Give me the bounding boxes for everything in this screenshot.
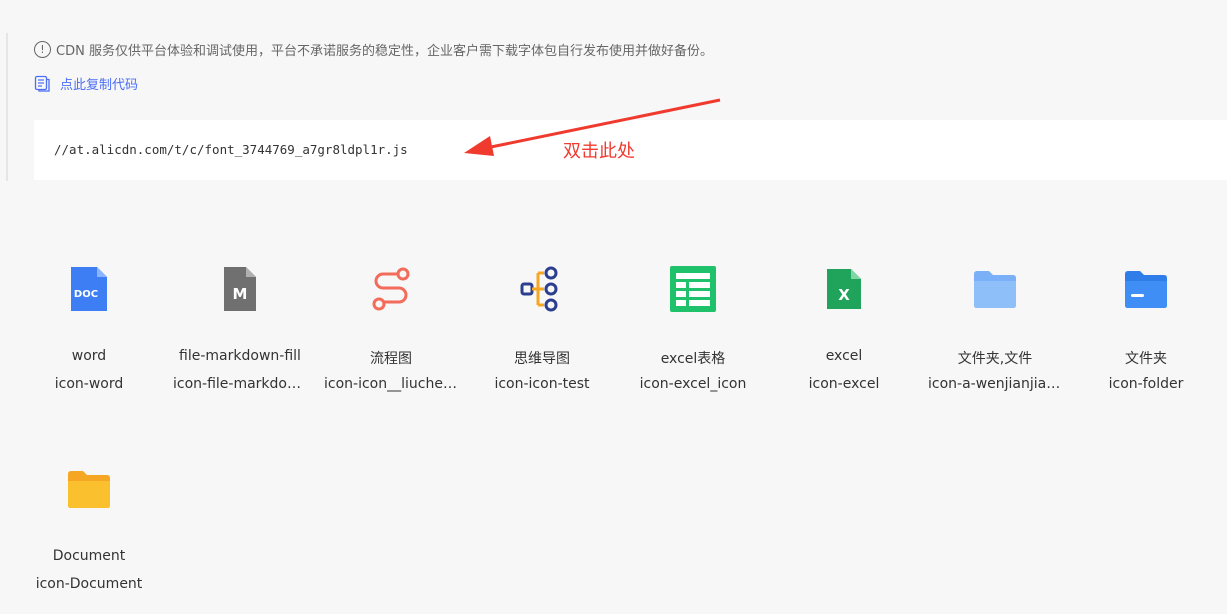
icon-name: Document	[52, 548, 126, 564]
icon-code: icon-file-markdown-fill	[173, 376, 315, 392]
icon-code: icon-Document	[35, 576, 143, 592]
excel-glyph-text: X	[838, 286, 850, 304]
icon-name: excel	[825, 348, 863, 364]
excel-table-icon	[670, 266, 716, 312]
notice-text: CDN 服务仅供平台体验和调试使用，平台不承诺服务的稳定性，企业客户需下载字体包…	[56, 43, 713, 59]
icon-card-excel[interactable]: X excel icon-excel	[769, 250, 919, 400]
markdown-file-icon: M	[224, 267, 256, 311]
copy-code-label: 点此复制代码	[60, 77, 139, 93]
icon-name: word	[71, 348, 107, 364]
icon-name: 思维导图	[514, 351, 570, 367]
document-folder-icon	[68, 471, 110, 508]
icon-card-file-markdown-fill[interactable]: M file-markdown-fill icon-file-markdown-…	[165, 250, 315, 400]
icon-code: icon-excel	[808, 376, 880, 392]
cdn-url-text[interactable]: //at.alicdn.com/t/c/font_3744769_a7gr8ld…	[54, 142, 408, 157]
icon-name: 文件夹,文件	[957, 351, 1033, 367]
word-glyph-text: DOC	[74, 289, 98, 300]
icon-card-flowchart[interactable]: 流程图 icon-icon__liucheng	[316, 250, 466, 400]
copy-code-link[interactable]: 点此复制代码	[34, 73, 138, 93]
icon-card-folder-file[interactable]: 文件夹,文件 icon-a-wenjianjiawenjian	[920, 250, 1070, 400]
info-icon: !	[34, 40, 51, 58]
icon-card-mindmap[interactable]: 思维导图 icon-icon-test	[467, 250, 617, 400]
icon-code: icon-word	[54, 376, 124, 392]
folder-file-icon	[974, 271, 1016, 308]
icon-card-document[interactable]: Document icon-Document	[14, 450, 164, 600]
icon-code: icon-folder	[1108, 376, 1184, 392]
icon-code: icon-icon-test	[494, 376, 590, 392]
icon-code: icon-excel_icon	[639, 376, 747, 392]
icon-code: icon-icon__liucheng	[324, 376, 461, 392]
icon-name: 流程图	[370, 351, 412, 367]
icon-code: icon-a-wenjianjiawenjian	[928, 376, 1070, 392]
cdn-panel: ! CDN 服务仅供平台体验和调试使用，平台不承诺服务的稳定性，企业客户需下载字…	[0, 0, 1227, 190]
icon-name: file-markdown-fill	[179, 348, 301, 364]
excel-icon: X	[827, 269, 861, 309]
copy-icon	[34, 75, 50, 92]
icon-name: excel表格	[660, 351, 726, 367]
icon-name: 文件夹	[1125, 351, 1167, 367]
word-doc-icon: DOC	[71, 267, 107, 311]
icon-card-excel-table[interactable]: excel表格 icon-excel_icon	[618, 250, 768, 400]
flowchart-icon	[372, 267, 410, 311]
icon-card-folder[interactable]: 文件夹 icon-folder	[1071, 250, 1221, 400]
annotation-label: 双击此处	[563, 141, 635, 162]
icon-card-word[interactable]: DOC word icon-word	[14, 250, 164, 400]
mindmap-icon	[520, 266, 558, 312]
folder-icon	[1125, 271, 1167, 308]
panel-left-border	[6, 33, 8, 181]
cdn-notice: ! CDN 服务仅供平台体验和调试使用，平台不承诺服务的稳定性，企业客户需下载字…	[34, 39, 713, 59]
markdown-glyph-text: M	[233, 285, 248, 303]
